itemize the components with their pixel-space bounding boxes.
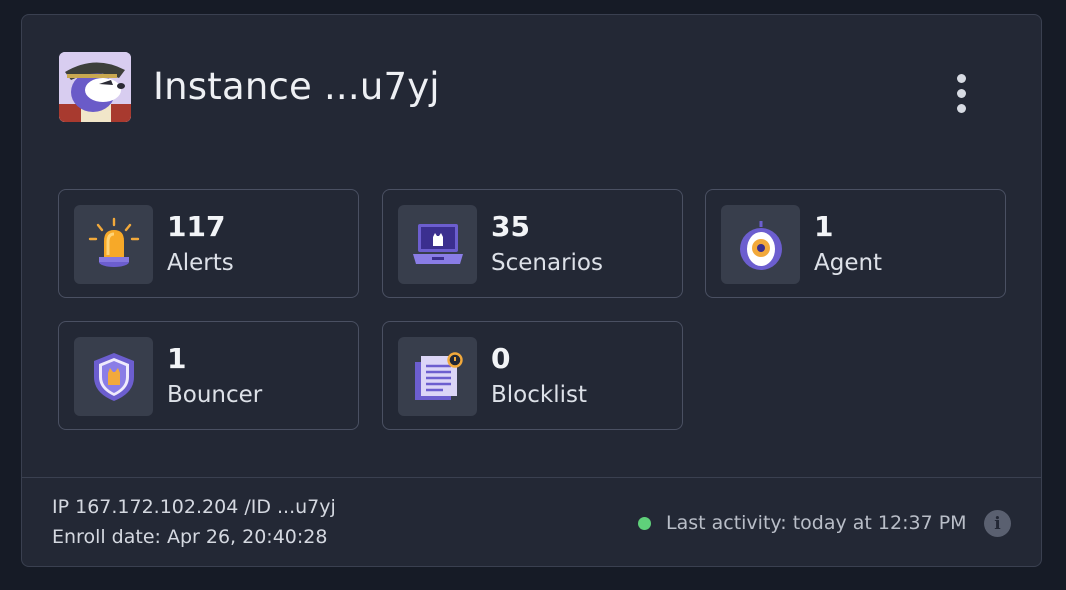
status-indicator [638,517,651,530]
bouncer-icon-box [74,337,153,416]
alerts-label: Alerts [167,250,234,276]
blocklist-count: 0 [491,342,511,375]
scenarios-count: 35 [491,210,530,243]
stat-card-blocklist[interactable]: 0 Blocklist [382,321,683,430]
card-divider [22,477,1041,478]
stat-card-agent[interactable]: 1 Agent [705,189,1006,298]
stat-card-bouncer[interactable]: 1 Bouncer [58,321,359,430]
bouncer-count: 1 [167,342,187,375]
shield-icon [93,352,134,401]
laptop-icon [412,223,463,264]
agent-eye-icon [739,220,782,270]
more-options-button[interactable] [943,71,979,115]
scenarios-icon-box [398,205,477,284]
blocklist-label: Blocklist [491,382,587,408]
enroll-date-text: Enroll date: Apr 26, 20:40:28 [52,526,328,548]
info-icon[interactable]: i [984,510,1011,537]
ip-id-text: IP 167.172.102.204 /ID ...u7yj [52,496,336,518]
document-list-icon [414,351,463,400]
agent-count: 1 [814,210,834,243]
stat-card-scenarios[interactable]: 35 Scenarios [382,189,683,298]
alerts-count: 117 [167,210,226,243]
last-activity-text: Last activity: today at 12:37 PM [666,512,967,534]
blocklist-icon-box [398,337,477,416]
instance-card: Instance ...u7yj 117 Alerts 35 Scenarios… [21,14,1042,567]
alerts-icon-box [74,205,153,284]
stat-card-alerts[interactable]: 117 Alerts [58,189,359,298]
instance-avatar [59,52,131,122]
alarm-light-icon [88,217,139,267]
agent-label: Agent [814,250,883,276]
pirate-dog-avatar-icon [59,52,131,122]
vertical-dots-icon [956,73,966,83]
instance-title: Instance ...u7yj [153,65,440,108]
agent-icon-box [721,205,800,284]
bouncer-label: Bouncer [167,382,263,408]
scenarios-label: Scenarios [491,250,603,276]
